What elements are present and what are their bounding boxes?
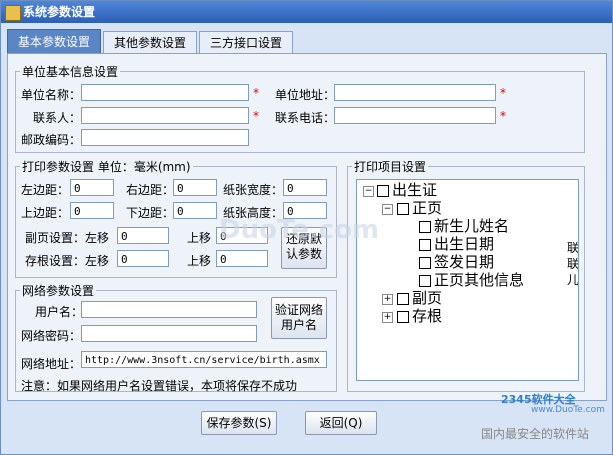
bottom-margin-input[interactable]: 0 (173, 202, 217, 219)
paper-width-label: 纸张宽度： (223, 183, 284, 197)
contact-input[interactable] (81, 107, 249, 124)
unit-name-input[interactable] (81, 84, 249, 101)
stub-up-label: 上移 (187, 254, 212, 268)
phone-label: 联系电话： (275, 111, 336, 125)
checkbox-icon[interactable] (377, 184, 389, 197)
top-margin-input[interactable]: 0 (70, 202, 114, 219)
print-items-legend: 打印项目设置 (352, 158, 429, 175)
print-params-legend: 打印参数设置 单位：毫米(mm) (20, 158, 193, 175)
stub-up-input[interactable]: 0 (216, 250, 268, 267)
tree-node-newborn-name[interactable]: 新生儿姓名 (419, 218, 509, 235)
tree-node-birth-date[interactable]: 出生日期 (419, 236, 494, 253)
network-legend: 网络参数设置 (20, 282, 97, 299)
print-items-tree[interactable]: − 出生证 − 正页 新生儿姓名 出生日期 签发日期 正页其他信息 + 副页 +… (356, 179, 579, 381)
unit-name-label: 单位名称： (21, 88, 82, 102)
sub-page-up-label: 上移 (187, 231, 212, 245)
right-margin-label: 右边距： (126, 183, 175, 197)
paper-width-input[interactable]: 0 (283, 179, 327, 196)
checkbox-icon[interactable] (397, 202, 409, 215)
bottom-margin-label: 下边距： (126, 206, 175, 220)
expand-icon[interactable]: + (382, 294, 393, 305)
checkbox-icon[interactable] (419, 238, 431, 251)
checkbox-icon[interactable] (419, 220, 431, 233)
sub-page-label: 副页设置：左移 (25, 231, 110, 245)
password-input[interactable] (81, 325, 257, 342)
zip-label: 邮政编码： (21, 133, 82, 147)
left-margin-input[interactable]: 0 (70, 179, 114, 196)
tab-basic-params[interactable]: 基本参数设置 (7, 29, 101, 54)
window-title: 系统参数设置 (23, 5, 96, 19)
required-mark: * (500, 109, 506, 123)
save-button[interactable]: 保存参数(S) (201, 411, 277, 435)
stub-left-input[interactable]: 0 (117, 250, 169, 267)
clipped-tree-text: 联 联 儿 (567, 241, 579, 287)
contact-label: 联系人： (33, 111, 82, 125)
tree-node-issue-date[interactable]: 签发日期 (419, 254, 494, 271)
unit-info-legend: 单位基本信息设置 (20, 63, 121, 80)
required-mark: * (253, 109, 259, 123)
watermark-site: www.DuoTe.com (531, 405, 605, 415)
unit-address-label: 单位地址： (275, 88, 336, 102)
checkbox-icon[interactable] (397, 292, 409, 305)
collapse-icon[interactable]: − (382, 204, 393, 215)
left-margin-label: 左边距： (21, 183, 70, 197)
username-input[interactable] (81, 301, 257, 318)
tab-other-params[interactable]: 其他参数设置 (103, 31, 197, 54)
watermark-footer: 国内最安全的软件站 (481, 427, 590, 441)
top-margin-label: 上边距： (21, 206, 70, 220)
zip-input[interactable] (81, 129, 249, 146)
checkbox-icon[interactable] (397, 310, 409, 323)
phone-input[interactable] (334, 107, 496, 124)
tree-node-main-page[interactable]: 正页 (397, 200, 442, 217)
checkbox-icon[interactable] (419, 256, 431, 269)
expand-icon[interactable]: + (382, 312, 393, 323)
tree-node-stub[interactable]: 存根 (397, 308, 442, 325)
checkbox-icon[interactable] (419, 274, 431, 287)
sub-page-left-input[interactable]: 0 (117, 227, 169, 244)
network-address-label: 网络地址： (21, 357, 82, 371)
required-mark: * (253, 86, 259, 100)
back-button[interactable]: 返回(Q) (305, 411, 377, 435)
network-address-input[interactable]: http://www.3nsoft.cn/service/birth.asmx (81, 351, 327, 368)
unit-address-input[interactable] (334, 84, 496, 101)
app-icon (5, 5, 21, 21)
settings-window: 系统参数设置 基本参数设置 其他参数设置 三方接口设置 单位基本信息设置 单位名… (0, 0, 613, 455)
tree-node-sub-page[interactable]: 副页 (397, 290, 442, 307)
network-note: 注意：如果网络用户名设置错误，本项将保存不成功 (21, 379, 298, 393)
tree-node-root[interactable]: 出生证 (377, 182, 437, 199)
title-bar: 系统参数设置 (1, 1, 612, 23)
password-label: 网络密码： (21, 329, 82, 343)
watermark-center: DuoTe.com (219, 215, 380, 245)
verify-username-button[interactable]: 验证网络用户名 (271, 297, 327, 339)
tab-third-party[interactable]: 三方接口设置 (199, 31, 293, 54)
stub-label: 存根设置：左移 (25, 254, 110, 268)
right-margin-input[interactable]: 0 (173, 179, 217, 196)
required-mark: * (500, 86, 506, 100)
collapse-icon[interactable]: − (363, 186, 374, 197)
tree-node-main-other-info[interactable]: 正页其他信息 (419, 272, 524, 289)
username-label: 用户名： (35, 305, 84, 319)
